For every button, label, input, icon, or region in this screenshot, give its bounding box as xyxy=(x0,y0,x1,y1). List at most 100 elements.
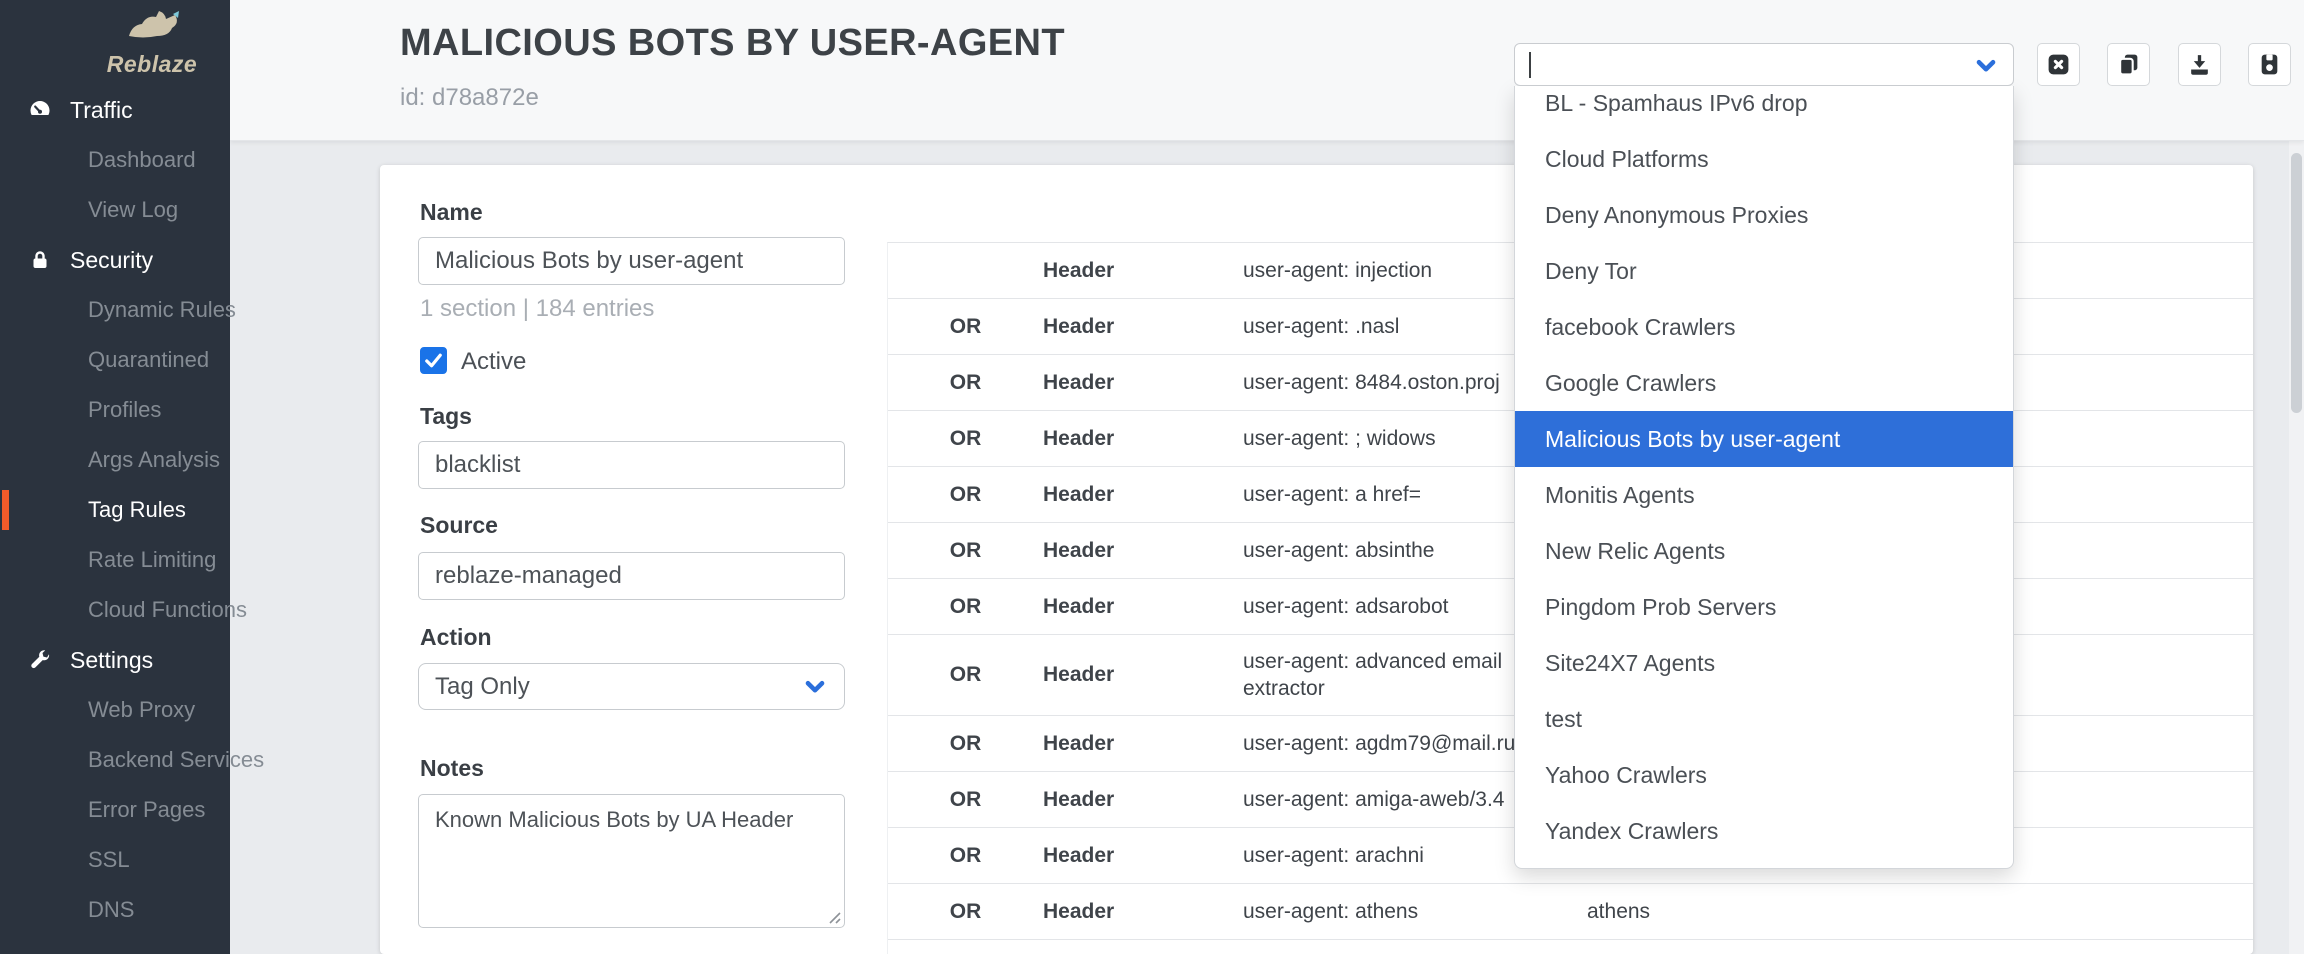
dropdown-option[interactable]: Monitis Agents xyxy=(1515,467,2013,523)
nav-label: DNS xyxy=(88,897,134,922)
dropdown-option[interactable]: Yahoo Crawlers xyxy=(1515,747,2013,803)
dropdown-option[interactable]: Google Crawlers xyxy=(1515,355,2013,411)
page-title: MALICIOUS BOTS BY USER-AGENT xyxy=(400,22,1065,65)
sidebar-nav: Traffic Dashboard View Log Security Dyna… xyxy=(0,85,230,935)
sidebar-item-rate-limiting[interactable]: Rate Limiting xyxy=(0,535,230,585)
nav-label: Settings xyxy=(70,647,153,673)
row-type: Header xyxy=(1043,427,1243,451)
row-type: Header xyxy=(1043,788,1243,812)
sidebar-section-security[interactable]: Security xyxy=(0,235,230,285)
sidebar-item-web-proxy[interactable]: Web Proxy xyxy=(0,685,230,735)
nav-label: Dynamic Rules xyxy=(88,297,236,322)
sidebar: Reblaze Traffic Dashboard View Log xyxy=(0,0,230,954)
nav-label: Backend Services xyxy=(88,747,264,772)
dropdown-option[interactable]: facebook Crawlers xyxy=(1515,299,2013,355)
nav-label: Web Proxy xyxy=(88,697,195,722)
source-label: Source xyxy=(420,512,498,539)
nav-label: Quarantined xyxy=(88,347,209,372)
nav-label: View Log xyxy=(88,197,178,222)
text-cursor xyxy=(1529,52,1531,78)
sidebar-item-view-log[interactable]: View Log xyxy=(0,185,230,235)
name-input[interactable] xyxy=(418,237,845,285)
sidebar-item-error-pages[interactable]: Error Pages xyxy=(0,785,230,835)
action-select[interactable]: Tag Only xyxy=(418,663,845,710)
sidebar-item-dynamic-rules[interactable]: Dynamic Rules xyxy=(0,285,230,335)
row-operator: OR xyxy=(888,900,1043,924)
lock-icon xyxy=(28,248,52,272)
sidebar-section-traffic[interactable]: Traffic xyxy=(0,85,230,135)
dropdown-option[interactable]: Pingdom Prob Servers xyxy=(1515,579,2013,635)
app-root: { "colors": { "accent": "#f15b2a", "sele… xyxy=(0,0,2304,954)
row-value: user-agent: atomic_email_hunter xyxy=(1243,941,1573,954)
sidebar-item-args-analysis[interactable]: Args Analysis xyxy=(0,435,230,485)
reblaze-logo[interactable]: Reblaze xyxy=(92,10,212,78)
nav-label: SSL xyxy=(88,847,130,872)
dropdown-option[interactable]: New Relic Agents xyxy=(1515,523,2013,579)
sidebar-item-backend-services[interactable]: Backend Services xyxy=(0,735,230,785)
sidebar-item-ssl[interactable]: SSL xyxy=(0,835,230,885)
save-icon[interactable] xyxy=(2248,43,2291,86)
row-type: Header xyxy=(1043,539,1243,563)
logo-text: Reblaze xyxy=(92,51,212,78)
row-type: Header xyxy=(1043,663,1243,687)
row-type: Header xyxy=(1043,732,1243,756)
row-type: Header xyxy=(1043,844,1243,868)
row-operator: OR xyxy=(888,595,1043,619)
row-operator: OR xyxy=(888,663,1043,687)
check-icon xyxy=(422,349,445,372)
sidebar-item-profiles[interactable]: Profiles xyxy=(0,385,230,435)
sidebar-section-settings[interactable]: Settings xyxy=(0,635,230,685)
sidebar-item-cloud-functions[interactable]: Cloud Functions xyxy=(0,585,230,635)
sidebar-item-quarantined[interactable]: Quarantined xyxy=(0,335,230,385)
chevron-down-icon[interactable] xyxy=(1973,53,1999,79)
sections-entries-meta: 1 section | 184 entries xyxy=(420,295,654,323)
scrollbar-thumb[interactable] xyxy=(2291,153,2302,413)
page-id: id: d78a872e xyxy=(400,84,539,112)
row-operator: OR xyxy=(888,844,1043,868)
row-operator: OR xyxy=(888,539,1043,563)
table-row[interactable]: OR Header user-agent: athens athens xyxy=(888,884,2253,940)
rule-selector-combobox[interactable] xyxy=(1514,43,2014,86)
nav-label: Security xyxy=(70,247,153,273)
nav-label: Rate Limiting xyxy=(88,547,216,572)
active-checkbox[interactable] xyxy=(420,347,447,374)
row-operator: OR xyxy=(888,483,1043,507)
wrench-icon xyxy=(28,648,52,672)
action-select-value: Tag Only xyxy=(435,673,530,701)
tags-label: Tags xyxy=(420,403,472,430)
sidebar-item-dashboard[interactable]: Dashboard xyxy=(0,135,230,185)
table-row[interactable]: OR Header user-agent: atomic_email_hunte… xyxy=(888,940,2253,954)
vertical-scrollbar[interactable] xyxy=(2289,141,2304,954)
active-label: Active xyxy=(461,348,526,376)
nav-label: Tag Rules xyxy=(88,497,186,522)
sidebar-item-tag-rules[interactable]: Tag Rules xyxy=(0,485,230,535)
row-type: Header xyxy=(1043,371,1243,395)
action-label: Action xyxy=(420,624,492,651)
dropdown-option[interactable]: Cloud Platforms xyxy=(1515,131,2013,187)
nav-label: Traffic xyxy=(70,97,133,123)
dropdown-option[interactable]: Deny Anonymous Proxies xyxy=(1515,187,2013,243)
dropdown-option[interactable]: test xyxy=(1515,691,2013,747)
download-icon[interactable] xyxy=(2178,43,2221,86)
row-operator: OR xyxy=(888,788,1043,812)
name-label: Name xyxy=(420,199,483,226)
dropdown-option[interactable]: BL - Spamhaus IPv6 drop xyxy=(1515,86,2013,131)
dropdown-option[interactable]: Yandex Crawlers xyxy=(1515,803,2013,859)
dropdown-option[interactable]: Site24X7 Agents xyxy=(1515,635,2013,691)
row-type: Header xyxy=(1043,259,1243,283)
notes-textarea[interactable]: Known Malicious Bots by UA Header xyxy=(418,794,845,928)
x-square-icon[interactable] xyxy=(2037,43,2080,86)
notes-label: Notes xyxy=(420,755,484,782)
source-input[interactable] xyxy=(418,552,845,600)
copy-icon[interactable] xyxy=(2107,43,2150,86)
tags-input[interactable] xyxy=(418,441,845,489)
dropdown-option[interactable]: Deny Tor xyxy=(1515,243,2013,299)
nav-label: Dashboard xyxy=(88,147,196,172)
dropdown-option[interactable]: Malicious Bots by user-agent xyxy=(1515,411,2013,467)
nav-label: Cloud Functions xyxy=(88,597,247,622)
row-tag: athens xyxy=(1573,900,2253,924)
row-type: Header xyxy=(1043,483,1243,507)
sidebar-item-dns[interactable]: DNS xyxy=(0,885,230,935)
row-operator: OR xyxy=(888,732,1043,756)
row-operator: OR xyxy=(888,371,1043,395)
